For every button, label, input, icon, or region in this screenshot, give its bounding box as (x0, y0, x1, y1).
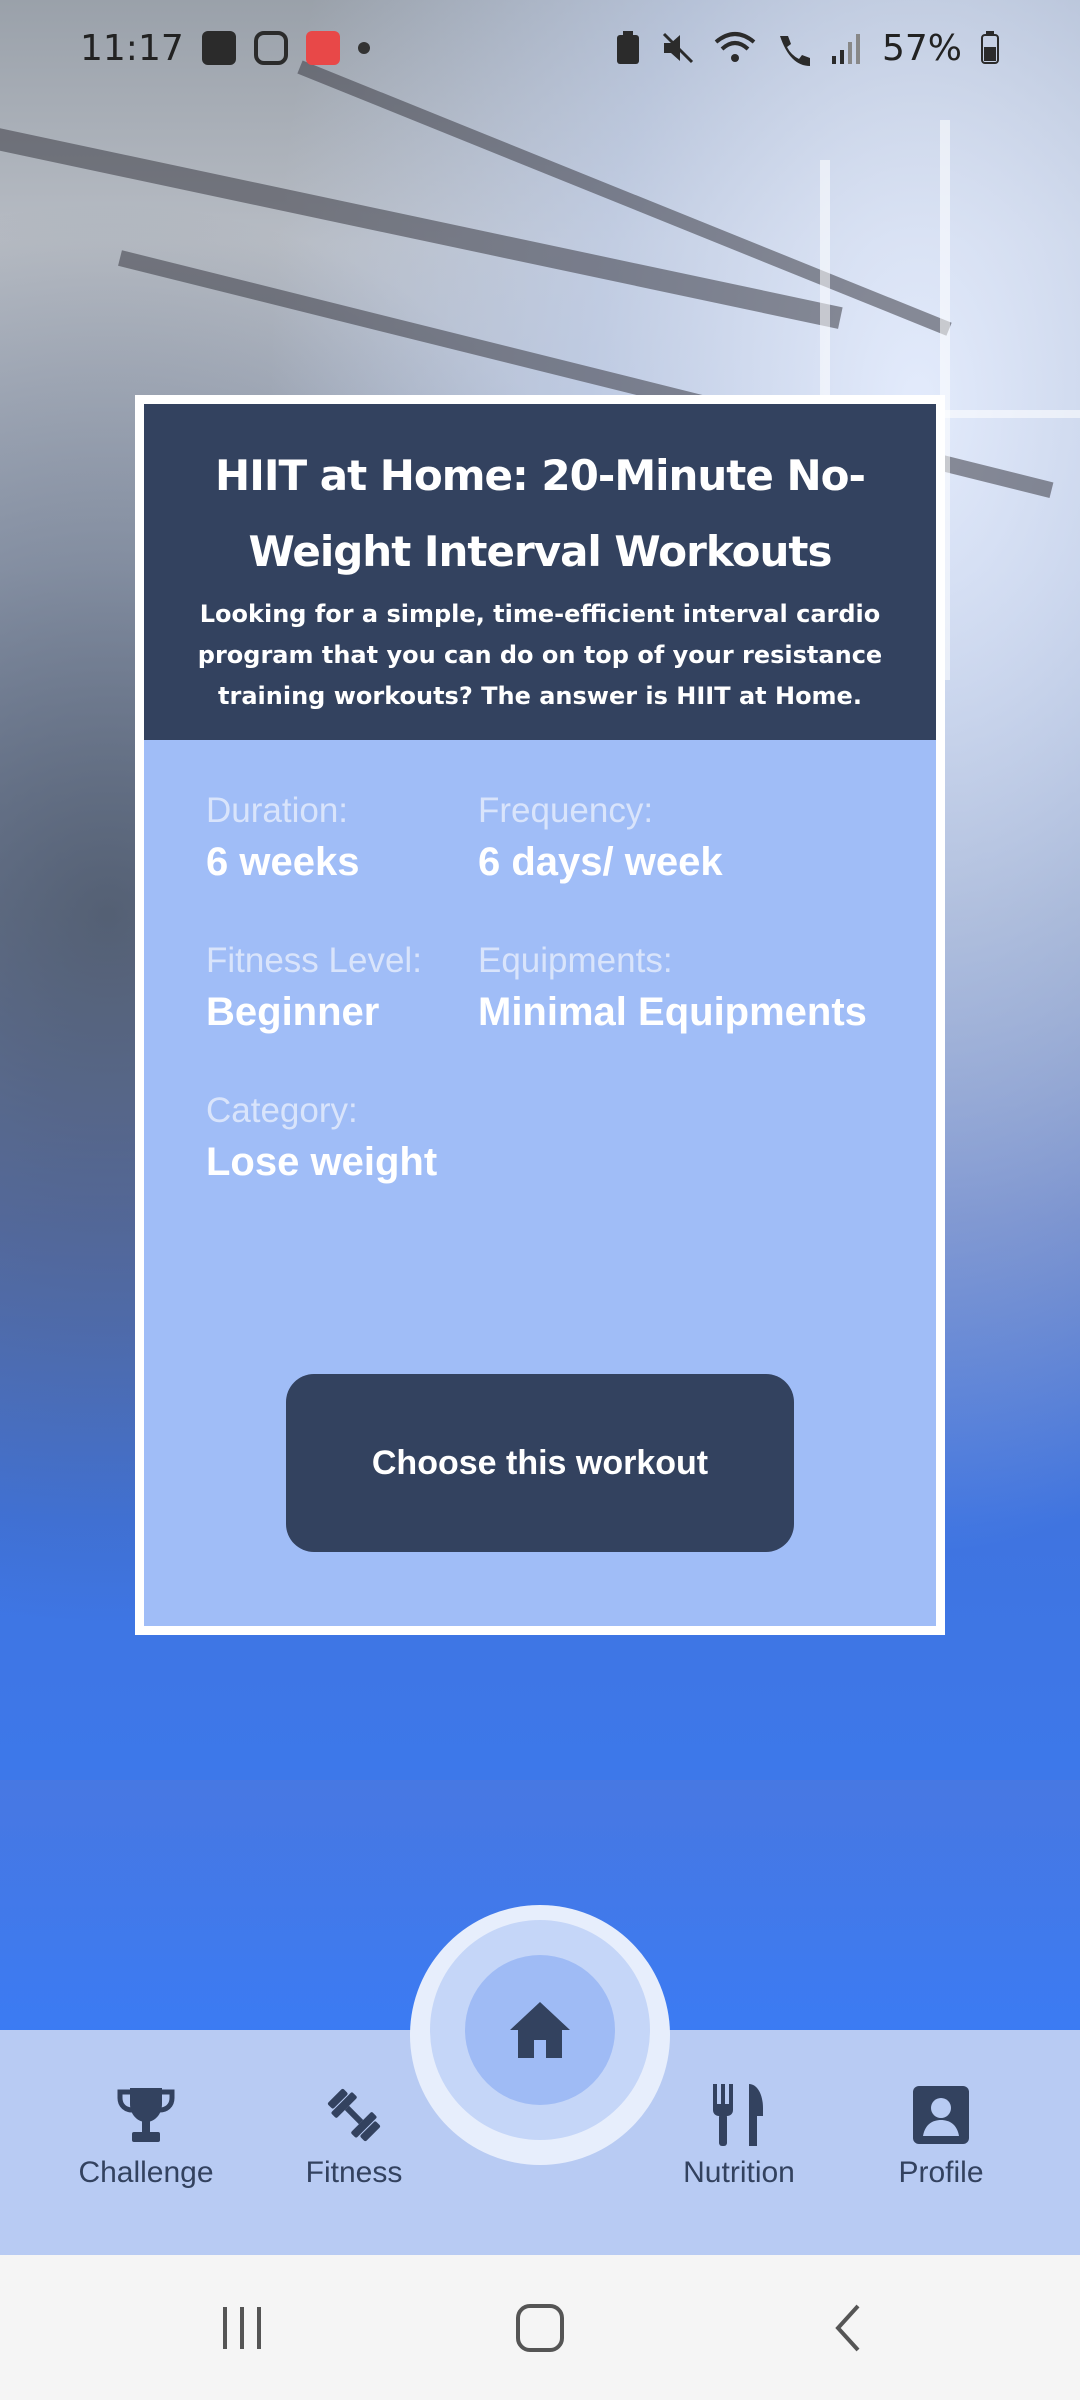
app-notification-icon (305, 31, 340, 65)
home-button[interactable] (465, 1955, 615, 2105)
recent-apps-button[interactable] (172, 2255, 312, 2400)
battery-icon (981, 31, 999, 64)
profile-icon (913, 2086, 969, 2144)
frequency-block: Frequency: 6 days/ week (478, 788, 918, 938)
home-square-icon (516, 2303, 564, 2352)
system-nav-bar (0, 2255, 1080, 2400)
frequency-value: 6 days/ week (478, 840, 723, 884)
utensils-icon (713, 2084, 763, 2146)
workout-info: Duration: 6 weeks Frequency: 6 days/ wee… (144, 740, 936, 1238)
ceiling-beam (0, 120, 843, 329)
nav-nutrition-label: Nutrition (683, 2156, 795, 2189)
instagram-icon (253, 31, 288, 65)
equipment-label: Equipments: (478, 941, 673, 980)
gallery-icon (201, 31, 236, 65)
nav-nutrition[interactable]: Nutrition (659, 2080, 819, 2190)
dot-icon (357, 42, 370, 54)
mute-icon (662, 32, 694, 64)
workout-title: HIIT at Home: 20-Minute No-Weight Interv… (215, 451, 866, 576)
level-block: Fitness Level: Beginner (206, 938, 478, 1088)
duration-block: Duration: 6 weeks (206, 788, 478, 938)
home-icon (510, 2002, 570, 2058)
battery-saver-icon (616, 31, 639, 64)
wifi-call-icon (779, 36, 810, 66)
nav-challenge[interactable]: Challenge (66, 2080, 226, 2190)
duration-label: Duration: (206, 791, 349, 830)
nav-profile-label: Profile (898, 2156, 984, 2189)
workout-card: HIIT at Home: 20-Minute No-Weight Interv… (135, 395, 945, 1635)
nav-fitness-label: Fitness (305, 2156, 403, 2189)
status-bar: 11:17 57% (0, 0, 1080, 96)
level-label: Fitness Level: (206, 941, 422, 980)
workout-description: Looking for a simple, time-efficient int… (197, 600, 883, 710)
home-system-button[interactable] (470, 2255, 610, 2400)
ceiling-beam (297, 60, 952, 336)
nav-profile[interactable]: Profile (861, 2080, 1021, 2190)
dumbbell-icon (327, 2088, 381, 2142)
card-header: HIIT at Home: 20-Minute No-Weight Interv… (144, 404, 936, 740)
level-value: Beginner (206, 990, 380, 1034)
nav-challenge-label: Challenge (78, 2156, 214, 2189)
duration-value: 6 weeks (206, 840, 360, 884)
back-button[interactable] (778, 2255, 918, 2400)
trophy-icon (117, 2088, 175, 2142)
back-chevron-icon (835, 2304, 860, 2351)
category-value: Lose weight (206, 1140, 438, 1184)
category-block: Category: Lose weight (206, 1088, 706, 1238)
equipment-block: Equipments: Minimal Equipments (478, 938, 918, 1088)
wifi-icon (714, 32, 756, 62)
signal-icon (831, 34, 860, 64)
recent-apps-icon (223, 2306, 261, 2349)
nav-fitness[interactable]: Fitness (274, 2080, 434, 2190)
choose-workout-button[interactable]: Choose this workout (286, 1374, 794, 1552)
category-label: Category: (206, 1091, 358, 1130)
battery-percentage: 57% (881, 27, 962, 69)
equipment-value: Minimal Equipments (478, 990, 867, 1034)
status-time: 11:17 (80, 27, 184, 69)
frequency-label: Frequency: (478, 791, 654, 830)
